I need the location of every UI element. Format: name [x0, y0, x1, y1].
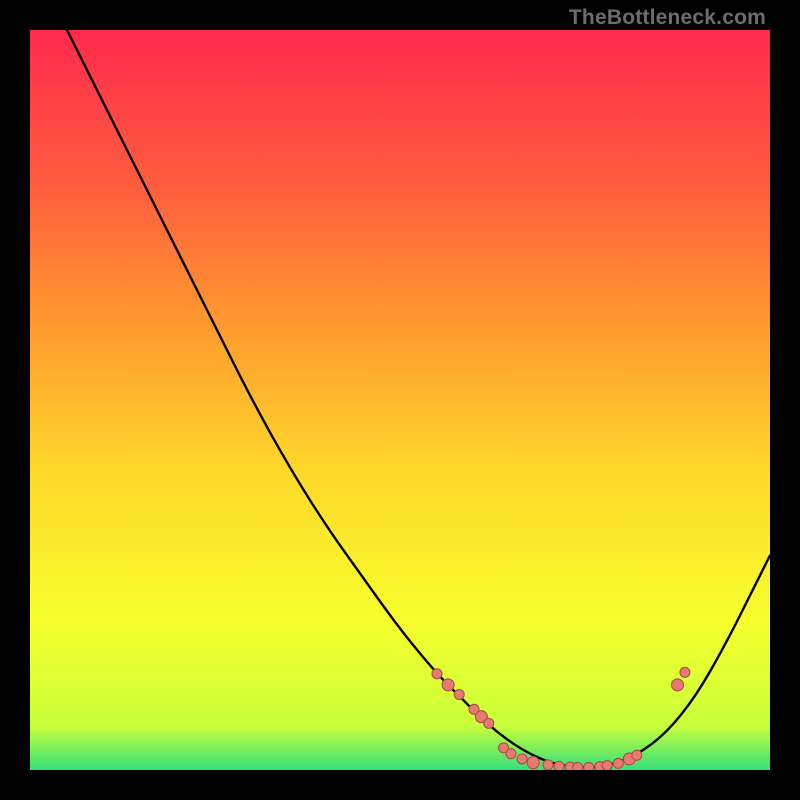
curve-marker: [602, 761, 612, 770]
curve-marker: [527, 757, 539, 769]
curve-marker: [554, 761, 564, 770]
curve-marker: [517, 754, 527, 764]
bottleneck-chart: [30, 30, 770, 770]
curve-marker: [454, 690, 464, 700]
curve-marker: [672, 679, 684, 691]
watermark-text: TheBottleneck.com: [569, 6, 766, 30]
chart-frame: [30, 30, 770, 770]
chart-background: [30, 30, 770, 770]
curve-marker: [506, 749, 516, 759]
curve-marker: [484, 718, 494, 728]
curve-marker: [442, 679, 454, 691]
curve-marker: [613, 758, 623, 768]
curve-marker: [680, 667, 690, 677]
curve-marker: [584, 762, 594, 770]
curve-marker: [632, 750, 642, 760]
curve-marker: [543, 760, 553, 770]
curve-marker: [432, 669, 442, 679]
curve-marker: [573, 762, 583, 770]
